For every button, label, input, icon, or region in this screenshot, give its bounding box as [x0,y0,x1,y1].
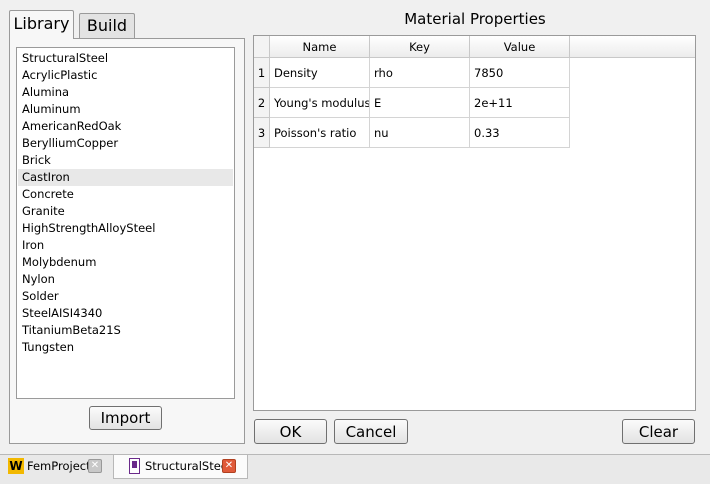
row-header[interactable]: 2 [254,88,270,118]
list-item[interactable]: StructuralSteel [18,50,233,67]
panel-title: Material Properties [404,10,546,28]
cell-name[interactable]: Density [270,58,370,88]
corner-header [254,36,270,58]
list-item[interactable]: Nylon [18,271,233,288]
list-item[interactable]: Granite [18,203,233,220]
list-item[interactable]: HighStrengthAlloySteel [18,220,233,237]
import-button[interactable]: Import [89,406,162,430]
material-document-icon [129,458,140,474]
ok-button[interactable]: OK [254,419,327,444]
list-item[interactable]: Tungsten [18,339,233,356]
doc-tab-femproject[interactable]: W FemProject ✕ [4,455,108,479]
list-item[interactable]: Brick [18,152,233,169]
cell-value[interactable]: 2e+11 [470,88,570,118]
cell-key[interactable]: rho [370,58,470,88]
cell-key[interactable]: nu [370,118,470,148]
list-item[interactable]: Aluminum [18,101,233,118]
row-header[interactable]: 1 [254,58,270,88]
cell-name[interactable]: Young's modulus [270,88,370,118]
material-list[interactable]: StructuralSteel AcrylicPlastic Alumina Alum… [16,47,235,399]
column-header-key[interactable]: Key [370,36,470,58]
column-header-name[interactable]: Name [270,36,370,58]
list-item[interactable]: Alumina [18,84,233,101]
close-icon[interactable]: ✕ [222,459,236,473]
close-icon[interactable]: ✕ [88,459,102,473]
list-item[interactable]: Molybdenum [18,254,233,271]
column-header-filler [570,36,695,58]
document-tab-bar: W FemProject ✕ StructuralSteel ✕ [0,454,710,484]
tab-build[interactable]: Build [79,13,135,38]
list-item[interactable]: AcrylicPlastic [18,67,233,84]
list-item[interactable]: Concrete [18,186,233,203]
cell-value[interactable]: 0.33 [470,118,570,148]
list-item[interactable]: Iron [18,237,233,254]
list-item[interactable]: Solder [18,288,233,305]
list-item[interactable]: TitaniumBeta21S [18,322,233,339]
list-item[interactable]: CastIron [18,169,233,186]
cell-key[interactable]: E [370,88,470,118]
clear-button[interactable]: Clear [622,419,695,444]
column-header-value[interactable]: Value [470,36,570,58]
list-item[interactable]: SteelAISI4340 [18,305,233,322]
doc-tab-structuralsteel[interactable]: StructuralSteel ✕ [113,455,248,479]
cancel-button[interactable]: Cancel [334,419,408,444]
doc-tab-label: FemProject [27,459,91,473]
tab-library[interactable]: Library [9,10,74,39]
list-item[interactable]: AmericanRedOak [18,118,233,135]
doc-tab-label: StructuralSteel [145,459,232,473]
workbench-w-icon: W [8,458,24,474]
cell-name[interactable]: Poisson's ratio [270,118,370,148]
list-item[interactable]: BerylliumCopper [18,135,233,152]
row-header[interactable]: 3 [254,118,270,148]
cell-value[interactable]: 7850 [470,58,570,88]
properties-table[interactable]: Name Key Value 1 Density rho 7850 2 Young's m… [253,35,696,411]
